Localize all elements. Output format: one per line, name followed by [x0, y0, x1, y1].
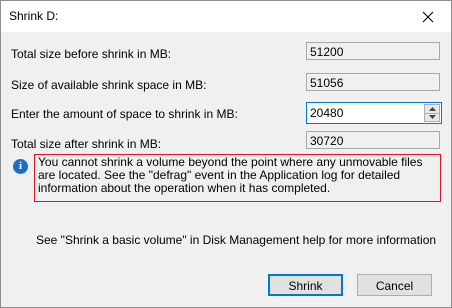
- close-button[interactable]: [405, 1, 451, 32]
- dialog-title: Shrink D:: [9, 9, 59, 23]
- shrink-dialog: Shrink D: Total size before shrink in MB…: [0, 0, 452, 308]
- cancel-button[interactable]: Cancel: [357, 274, 432, 296]
- available-space-label: Size of available shrink space in MB:: [11, 78, 207, 92]
- caret-down-icon: [428, 115, 436, 120]
- total-size-label: Total size before shrink in MB:: [11, 47, 172, 61]
- size-after-value: 30720: [306, 131, 440, 149]
- spin-buttons: [424, 104, 440, 122]
- warning-message: You cannot shrink a volume beyond the po…: [34, 154, 441, 202]
- total-size-value: 51200: [306, 42, 440, 60]
- shrink-button[interactable]: Shrink: [268, 274, 343, 296]
- spin-down-button[interactable]: [424, 113, 440, 122]
- available-space-value: 51056: [306, 73, 440, 91]
- size-after-label: Total size after shrink in MB:: [11, 137, 162, 151]
- title-bar: Shrink D:: [1, 1, 451, 32]
- info-icon: i: [13, 159, 28, 174]
- shrink-amount-input[interactable]: [307, 103, 419, 123]
- close-icon: [422, 11, 434, 22]
- spin-up-button[interactable]: [424, 104, 440, 114]
- help-text: See "Shrink a basic volume" in Disk Mana…: [36, 233, 437, 247]
- shrink-amount-label: Enter the amount of space to shrink in M…: [11, 107, 238, 121]
- shrink-amount-stepper[interactable]: [306, 102, 442, 124]
- caret-up-icon: [428, 106, 436, 111]
